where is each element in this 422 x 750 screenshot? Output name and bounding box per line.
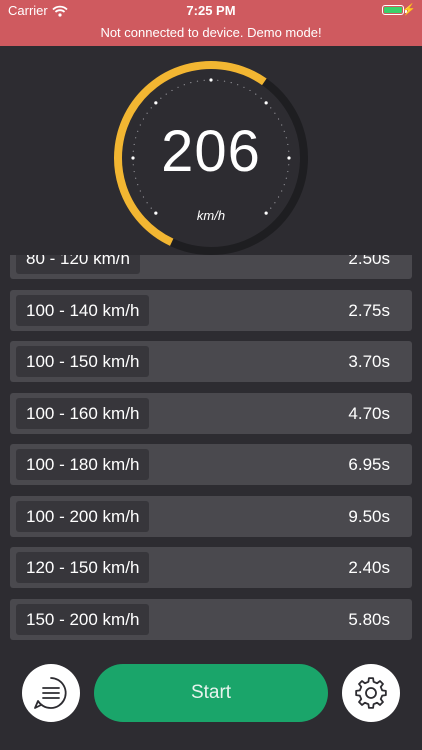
gauge-minor-tick <box>270 107 272 109</box>
gauge-minor-tick <box>196 80 199 82</box>
gauge-minor-tick <box>171 89 173 92</box>
interval-list[interactable]: 80 - 120 km/h 2.50s 100 - 140 km/h 2.75s 100… <box>10 255 412 651</box>
gauge-major-tick <box>264 101 268 105</box>
interval-label: 120 - 150 km/h <box>16 552 150 583</box>
gauge-minor-tick <box>249 89 251 92</box>
gauge-minor-tick <box>146 112 148 114</box>
gauge-minor-tick <box>177 86 179 88</box>
gauge-minor-tick <box>165 93 167 95</box>
gauge-minor-tick <box>160 97 162 99</box>
interval-row[interactable]: 120 - 150 km/h 2.40s <box>10 547 412 588</box>
gauge-minor-tick <box>223 80 226 82</box>
gauge-minor-tick <box>142 196 145 198</box>
gauge-major-tick <box>209 78 213 82</box>
gear-icon <box>355 677 387 709</box>
menu-button[interactable] <box>22 664 80 722</box>
interval-row[interactable]: 80 - 120 km/h 2.50s <box>10 255 412 279</box>
gauge-minor-tick <box>255 93 257 95</box>
interval-label: 100 - 160 km/h <box>16 397 150 429</box>
gauge-minor-tick <box>150 107 152 109</box>
interval-label: 150 - 200 km/h <box>16 603 150 635</box>
interval-label: 100 - 200 km/h <box>16 500 150 532</box>
interval-label: 100 - 140 km/h <box>16 294 150 326</box>
gauge-minor-tick <box>217 79 219 81</box>
gauge-minor-tick <box>260 97 262 99</box>
interval-time: 2.40s <box>348 558 390 577</box>
gauge-minor-tick <box>139 190 141 192</box>
connection-banner: Not connected to device. Demo mode! <box>0 20 422 46</box>
gauge-minor-tick <box>230 82 232 84</box>
settings-button[interactable] <box>342 664 400 722</box>
interval-time: 5.80s <box>348 609 390 629</box>
gauge-minor-tick <box>203 79 205 81</box>
start-button[interactable]: Start <box>94 664 328 722</box>
speed-value: 206 <box>161 119 261 184</box>
battery-icon <box>382 5 407 15</box>
gauge-minor-tick <box>183 84 185 86</box>
interval-time: 2.50s <box>348 255 390 268</box>
interval-time: 9.50s <box>348 506 390 526</box>
gauge-minor-tick <box>237 84 239 86</box>
interval-row[interactable]: 100 - 180 km/h 6.95s <box>10 444 412 485</box>
interval-row[interactable]: 100 - 140 km/h 2.75s <box>10 289 412 331</box>
interval-label: 80 - 120 km/h <box>16 255 140 274</box>
interval-label: 100 - 150 km/h <box>16 346 150 377</box>
gauge-minor-tick <box>146 202 148 204</box>
gauge-minor-tick <box>281 190 283 192</box>
interval-time: 2.75s <box>348 300 390 320</box>
interval-row[interactable]: 100 - 150 km/h 3.70s <box>10 341 412 382</box>
interval-time: 6.95s <box>348 455 390 474</box>
bottom-toolbar: Start <box>0 660 422 750</box>
gauge-minor-tick <box>274 202 276 204</box>
interval-row[interactable]: 150 - 200 km/h 5.80s <box>10 598 412 640</box>
gauge-minor-tick <box>243 86 245 88</box>
gauge-minor-tick <box>274 112 276 114</box>
interval-time: 4.70s <box>348 403 390 423</box>
interval-time: 3.70s <box>348 352 390 371</box>
interval-label: 100 - 180 km/h <box>16 449 150 480</box>
interval-row[interactable]: 100 - 200 km/h 9.50s <box>10 495 412 537</box>
gauge-major-tick <box>154 101 158 105</box>
clock-time: 7:25 PM <box>186 3 236 18</box>
status-bar: Carrier 7:25 PM ⚡ <box>0 0 422 20</box>
charging-bolt-icon: ⚡ <box>402 4 416 16</box>
list-menu-icon <box>34 677 67 709</box>
speed-unit: km/h <box>196 208 226 223</box>
interval-row[interactable]: 100 - 160 km/h 4.70s <box>10 392 412 434</box>
gauge-minor-tick <box>190 82 192 84</box>
gauge-minor-tick <box>277 196 280 198</box>
